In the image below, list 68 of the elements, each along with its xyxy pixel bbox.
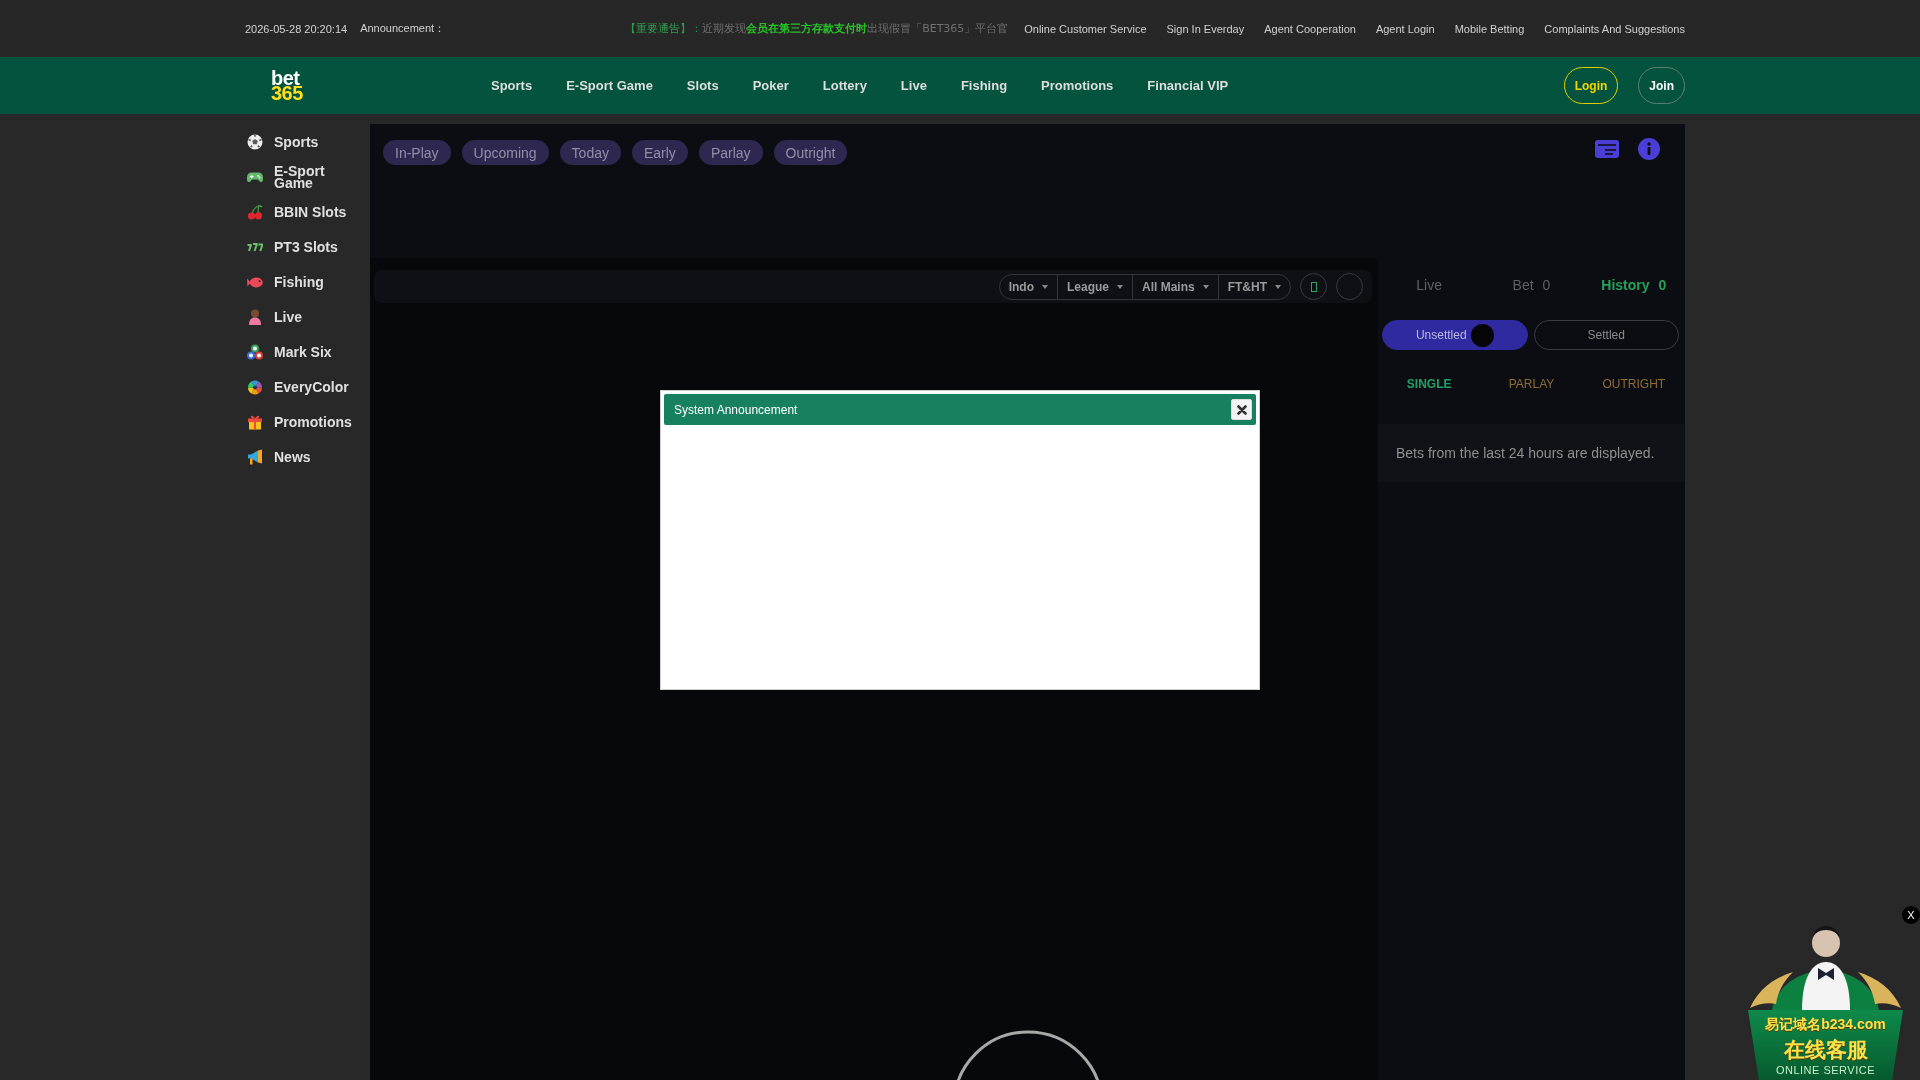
top-link[interactable]: Complaints And Suggestions (1544, 22, 1685, 35)
top-link[interactable]: Sign In Everday (1166, 22, 1245, 35)
service-badge[interactable]: 易记域名b234.com 在线客服 ONLINE SERVICE (1748, 1010, 1903, 1080)
bet-type-tab[interactable]: SINGLE (1402, 374, 1456, 394)
lottery-balls-icon (247, 343, 263, 360)
sidebar-item[interactable]: Fishing (240, 264, 324, 299)
nav-item[interactable]: Lottery (822, 78, 867, 93)
service-title: 在线客服 (1783, 1037, 1868, 1063)
cherries-icon (247, 203, 263, 220)
color-wheel-icon (247, 378, 263, 395)
service-subtitle: ONLINE SERVICE (1775, 1063, 1876, 1077)
bets-info-text: Bets from the last 24 hours are displayed. (1396, 445, 1655, 461)
market-tab[interactable]: Outright (773, 140, 848, 165)
status-toggle[interactable]: Unsettled (1382, 320, 1528, 350)
announcement-label: Announcement： (360, 21, 446, 36)
frame-icon (1310, 281, 1317, 292)
soccer-ball-icon (247, 133, 263, 150)
nav-item[interactable]: Sports (491, 78, 533, 93)
sidebar-item[interactable]: EveryColor (240, 369, 349, 404)
sidebar-item[interactable]: News (240, 439, 311, 474)
bet-type-tab[interactable]: OUTRIGHT (1598, 374, 1670, 394)
top-link[interactable]: Agent Cooperation (1264, 22, 1356, 35)
top-link[interactable]: Mobile Betting (1454, 22, 1525, 35)
market-tab[interactable]: Upcoming (461, 140, 549, 165)
caret-icon (1117, 284, 1123, 289)
market-tab[interactable]: Parlay (698, 140, 763, 165)
sidebar-item[interactable]: Sports (240, 124, 319, 159)
sidebar-item[interactable]: PT3 Slots (240, 229, 338, 264)
caret-icon (1202, 284, 1209, 289)
market-tab[interactable]: Early (631, 140, 688, 165)
gift-icon (247, 413, 263, 430)
sidebar-item[interactable]: Mark Six (240, 334, 332, 369)
domain-label: 易记域名b234.com (1765, 1015, 1886, 1034)
nav-item[interactable]: E-Sport Game (566, 78, 653, 93)
card-icon (1595, 139, 1619, 158)
banner-close-button[interactable]: X (1902, 906, 1920, 924)
site-logo[interactable]: bet 365 (271, 70, 305, 101)
nav-item[interactable]: Slots (686, 78, 719, 93)
announcement-text: 【重要通告】：近期发现会员在第三方存款支付时出现假冒「BET365」平台官 (625, 21, 1009, 36)
dialog-title: System Announcement (674, 402, 798, 417)
top-link[interactable]: Agent Login (1375, 22, 1435, 35)
megaphone-icon (247, 448, 263, 465)
sidebar-item[interactable]: Live (240, 299, 302, 334)
nav-item[interactable]: Financial VIP (1147, 78, 1229, 93)
market-tab[interactable]: Today (559, 140, 621, 165)
bet-type-tab[interactable]: PARLAY (1504, 374, 1559, 394)
filter-dropdown[interactable]: League (1056, 273, 1133, 300)
info-button[interactable] (1638, 137, 1660, 160)
close-button[interactable] (1231, 399, 1252, 420)
sidebar-item[interactable]: BBIN Slots (240, 194, 347, 229)
card-button[interactable] (1595, 139, 1619, 158)
top-link[interactable]: Online Customer Service (1024, 22, 1147, 35)
caret-icon (1041, 284, 1048, 289)
info-icon (1638, 137, 1660, 160)
nav-item[interactable]: Promotions (1041, 78, 1114, 93)
date-time: 2026-05-28 20:20:14 (245, 22, 348, 35)
nav-item[interactable]: Poker (752, 78, 789, 93)
sidebar-item[interactable]: Promotions (240, 404, 352, 439)
person-icon (247, 308, 263, 325)
toggle-knob-icon (1470, 323, 1494, 347)
nav-item[interactable]: Fishing (960, 78, 1008, 93)
caret-icon (1275, 284, 1281, 289)
bet-slip-tab[interactable]: History 0 (1595, 273, 1673, 297)
nav-item[interactable]: Live (900, 78, 927, 93)
market-tab[interactable]: In-Play (383, 140, 451, 165)
close-icon (1236, 404, 1247, 415)
filter-dropdown[interactable]: All Mains (1132, 273, 1219, 300)
sidebar-item[interactable]: E-Sport Game (240, 159, 360, 194)
